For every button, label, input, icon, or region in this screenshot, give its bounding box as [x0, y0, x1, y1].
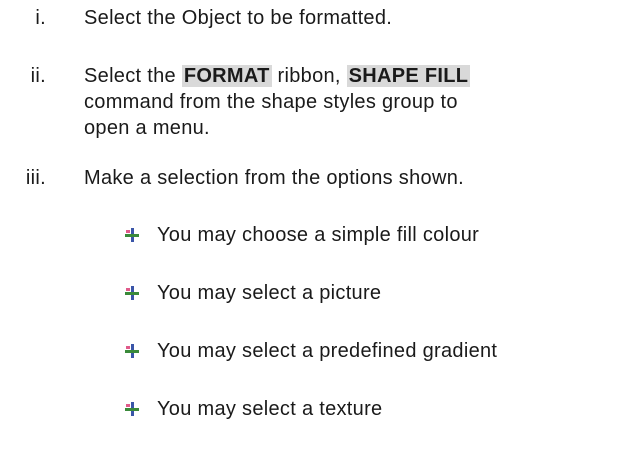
- step-text: Select the Object to be formatted.: [84, 7, 393, 29]
- bullet-text: You may choose a simple fill colour: [157, 224, 480, 246]
- step-text-line-2: command from the shape styles group to: [84, 91, 458, 113]
- format-ribbon-highlight: FORMAT: [181, 65, 272, 87]
- bullet-text: You may select a predefined gradient: [157, 340, 498, 362]
- step-text: Make a selection from the options shown.: [84, 167, 464, 189]
- shape-fill-highlight: SHAPE FILL: [346, 65, 471, 87]
- plus-bullet-icon: [125, 344, 139, 358]
- document-page: i. Select the Object to be formatted. ii…: [0, 0, 641, 452]
- plus-bullet-icon: [125, 286, 139, 300]
- step-text-part: Select the: [84, 65, 182, 87]
- step-text-line-3: open a menu.: [84, 117, 210, 139]
- plus-bullet-icon: [125, 402, 139, 416]
- bullet-text: You may select a texture: [157, 398, 383, 420]
- step-text-line-1: Select the FORMAT ribbon, SHAPE FILL: [84, 64, 641, 88]
- step-number: i.: [35, 7, 46, 29]
- step-text-part: ribbon,: [271, 65, 347, 87]
- bullet-text: You may select a picture: [157, 282, 382, 304]
- plus-bullet-icon: [125, 228, 139, 242]
- step-number: ii.: [30, 65, 46, 87]
- step-number: iii.: [25, 167, 46, 189]
